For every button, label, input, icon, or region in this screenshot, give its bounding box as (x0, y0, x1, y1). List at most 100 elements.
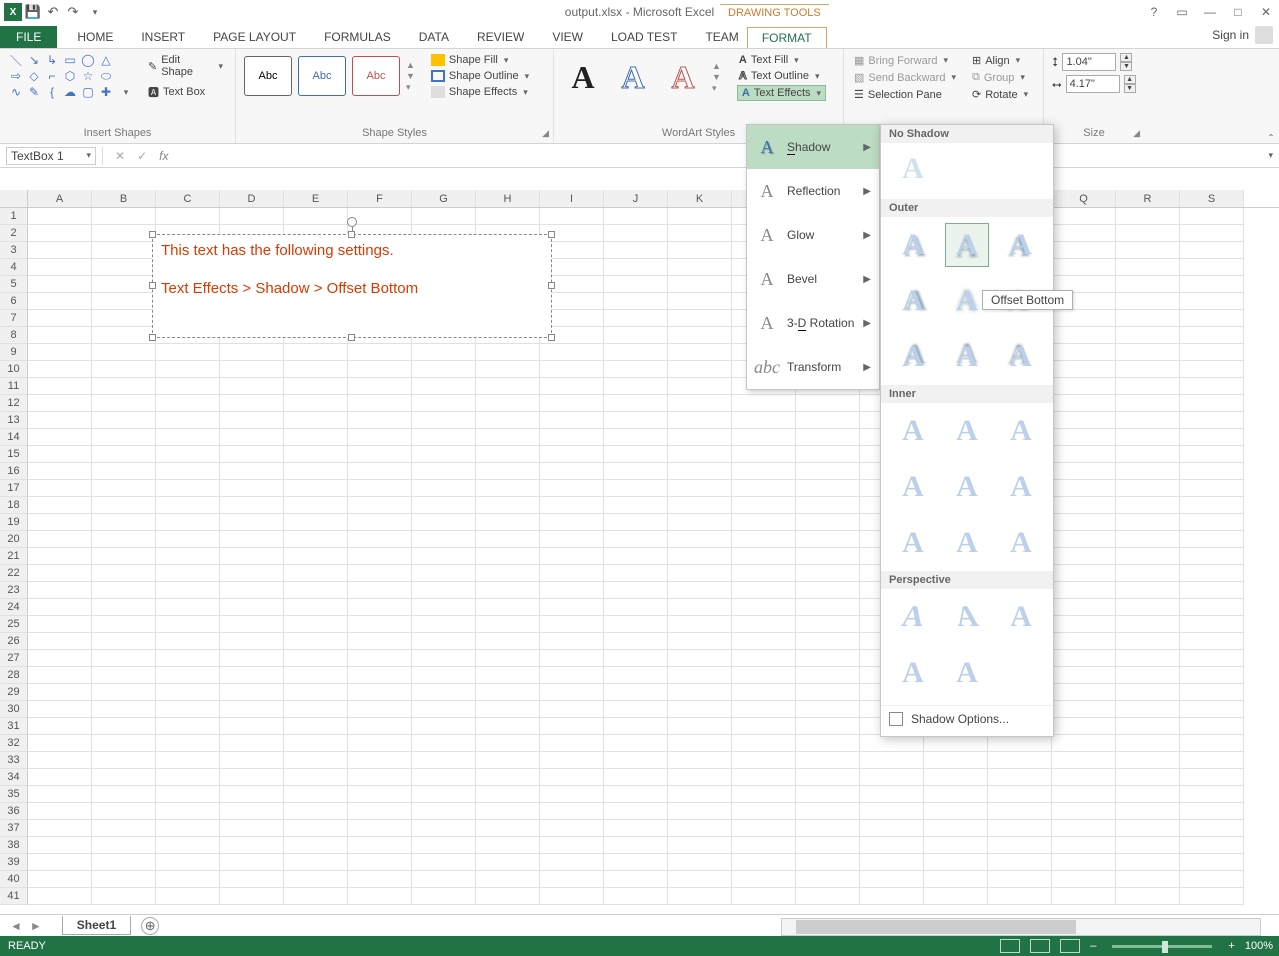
cell[interactable] (284, 616, 348, 633)
cell[interactable] (796, 735, 860, 752)
cell[interactable] (1116, 412, 1180, 429)
cell[interactable] (988, 820, 1052, 837)
cell[interactable] (1116, 616, 1180, 633)
cell[interactable] (1052, 361, 1116, 378)
cell[interactable] (412, 820, 476, 837)
cell[interactable] (1116, 514, 1180, 531)
shape-style-2[interactable]: Abc (298, 56, 346, 96)
cell[interactable] (28, 803, 92, 820)
cell[interactable] (284, 888, 348, 905)
wa-gallery-more-icon[interactable]: ▾ (712, 83, 721, 94)
cell[interactable] (476, 582, 540, 599)
cell[interactable] (348, 718, 412, 735)
cell[interactable] (92, 293, 156, 310)
cell[interactable] (860, 854, 924, 871)
cell[interactable] (540, 497, 604, 514)
shadow-inner-9[interactable]: A (999, 521, 1043, 565)
cell[interactable] (604, 480, 668, 497)
cell[interactable] (1116, 548, 1180, 565)
close-icon[interactable]: ✕ (1257, 5, 1275, 19)
cell[interactable] (476, 344, 540, 361)
cell[interactable] (156, 735, 220, 752)
cell[interactable] (796, 633, 860, 650)
cell[interactable] (92, 310, 156, 327)
cell[interactable] (284, 208, 348, 225)
cell[interactable] (988, 786, 1052, 803)
cell[interactable] (860, 752, 924, 769)
cell[interactable] (348, 344, 412, 361)
sheet-tab-sheet1[interactable]: Sheet1 (62, 916, 131, 935)
cell[interactable] (604, 310, 668, 327)
cell[interactable] (156, 344, 220, 361)
cell[interactable] (604, 837, 668, 854)
wa-gallery-down-icon[interactable]: ▼ (712, 72, 721, 82)
cell[interactable] (860, 769, 924, 786)
cell[interactable] (92, 463, 156, 480)
cell[interactable] (220, 582, 284, 599)
cell[interactable] (604, 293, 668, 310)
cell[interactable] (220, 599, 284, 616)
cell[interactable] (284, 769, 348, 786)
cell[interactable] (220, 888, 284, 905)
cell[interactable] (412, 599, 476, 616)
cell[interactable] (1052, 718, 1116, 735)
cell[interactable] (220, 854, 284, 871)
wordart-style-1[interactable]: A (562, 56, 604, 98)
cell[interactable] (924, 820, 988, 837)
cell[interactable] (220, 480, 284, 497)
cell[interactable] (1180, 497, 1244, 514)
cell[interactable] (28, 701, 92, 718)
cell[interactable] (412, 616, 476, 633)
cell[interactable] (348, 684, 412, 701)
cell[interactable] (1116, 463, 1180, 480)
col-header-H[interactable]: H (476, 190, 540, 207)
cell[interactable] (412, 871, 476, 888)
cell[interactable] (1180, 871, 1244, 888)
cell[interactable] (1180, 259, 1244, 276)
cell[interactable] (348, 786, 412, 803)
cell[interactable] (156, 633, 220, 650)
cell[interactable] (668, 497, 732, 514)
style-gallery-more-icon[interactable]: ▾ (406, 82, 415, 93)
name-box-dropdown-icon[interactable]: ▾ (86, 150, 91, 161)
maximize-icon[interactable]: □ (1229, 5, 1247, 19)
shadow-persp-2[interactable]: A (941, 595, 993, 639)
cell[interactable] (540, 378, 604, 395)
cell[interactable] (1116, 650, 1180, 667)
cell[interactable] (28, 242, 92, 259)
shadow-inner-2[interactable]: A (945, 409, 989, 453)
cell[interactable] (284, 803, 348, 820)
cell[interactable] (156, 616, 220, 633)
resize-handle-ne[interactable] (548, 231, 555, 238)
send-backward-button[interactable]: ▧Send Backward▾ (852, 70, 958, 85)
cell[interactable] (1052, 259, 1116, 276)
cell[interactable] (604, 242, 668, 259)
cell[interactable] (540, 480, 604, 497)
cell[interactable] (668, 344, 732, 361)
cell[interactable] (668, 769, 732, 786)
cell[interactable] (156, 650, 220, 667)
text-fill-button[interactable]: AText Fill▾ (737, 53, 826, 67)
cell[interactable] (156, 412, 220, 429)
cell[interactable] (796, 837, 860, 854)
width-up-icon[interactable]: ▲ (1124, 75, 1136, 84)
cell[interactable] (1180, 837, 1244, 854)
cell[interactable] (284, 735, 348, 752)
cell[interactable] (156, 208, 220, 225)
row-header-1[interactable]: 1 (0, 208, 28, 225)
cell[interactable] (92, 531, 156, 548)
shape-star-icon[interactable]: ☆ (80, 69, 96, 83)
edit-shape-button[interactable]: ✎ Edit Shape▾ (144, 53, 227, 79)
cell[interactable] (1052, 225, 1116, 242)
cell[interactable] (668, 395, 732, 412)
cell[interactable] (156, 395, 220, 412)
cell[interactable] (348, 616, 412, 633)
cell[interactable] (1180, 701, 1244, 718)
shape-brace-icon[interactable]: { (44, 85, 60, 99)
cell[interactable] (284, 548, 348, 565)
row-header-2[interactable]: 2 (0, 225, 28, 242)
cell[interactable] (732, 888, 796, 905)
cell[interactable] (604, 871, 668, 888)
cell[interactable] (540, 616, 604, 633)
cell[interactable] (604, 361, 668, 378)
